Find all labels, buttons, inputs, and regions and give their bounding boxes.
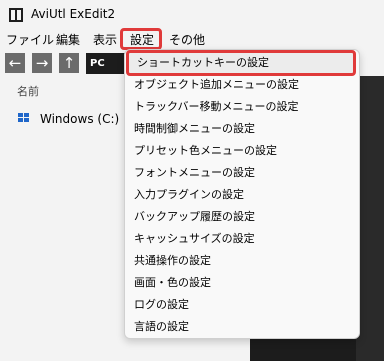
drive-icon [18,113,31,123]
menu-file[interactable]: ファイル [6,32,54,48]
menu-item-screen-color[interactable]: 画面・色の設定 [134,273,211,293]
menu-item-log[interactable]: ログの設定 [134,295,189,315]
menu-item-preset-color[interactable]: プリセット色メニューの設定 [134,141,277,161]
menu-item-shortcut-key[interactable]: ショートカットキーの設定 [137,53,269,73]
menu-item-language[interactable]: 言語の設定 [134,317,189,337]
settings-menu-highlight [120,28,162,50]
menu-edit[interactable]: 編集 [56,32,80,48]
title-bar: AviUtl ExEdit2 [0,0,384,30]
up-button[interactable]: ↑ [59,53,79,73]
menu-item-input-plugin[interactable]: 入力プラグインの設定 [134,185,244,205]
up-arrow-icon: ↑ [62,54,76,72]
window-title: AviUtl ExEdit2 [31,7,116,21]
forward-button[interactable]: → [32,53,52,73]
menu-item-time-control[interactable]: 時間制御メニューの設定 [134,119,255,139]
menu-bar: ファイル 編集 表示 設定 その他 [0,30,384,50]
menu-item-common-ops[interactable]: 共通操作の設定 [134,251,211,271]
path-bar[interactable]: PC [86,53,126,74]
menu-item-cache-size[interactable]: キャッシュサイズの設定 [134,229,255,249]
scrollbar[interactable] [356,76,384,361]
menu-item-backup-history[interactable]: バックアップ履歴の設定 [134,207,255,227]
app-icon [9,8,23,22]
menu-other[interactable]: その他 [169,32,205,48]
back-arrow-icon: ← [8,54,22,72]
menu-item-object-add[interactable]: オブジェクト追加メニューの設定 [134,75,299,95]
menu-item-trackbar-move[interactable]: トラックバー移動メニューの設定 [134,97,298,117]
drive-item-c[interactable]: Windows (C:) [40,112,119,126]
forward-arrow-icon: → [35,54,49,72]
menu-view[interactable]: 表示 [93,32,117,48]
name-column-header[interactable]: 名前 [17,83,39,99]
menu-item-font[interactable]: フォントメニューの設定 [134,163,255,183]
back-button[interactable]: ← [5,53,25,73]
